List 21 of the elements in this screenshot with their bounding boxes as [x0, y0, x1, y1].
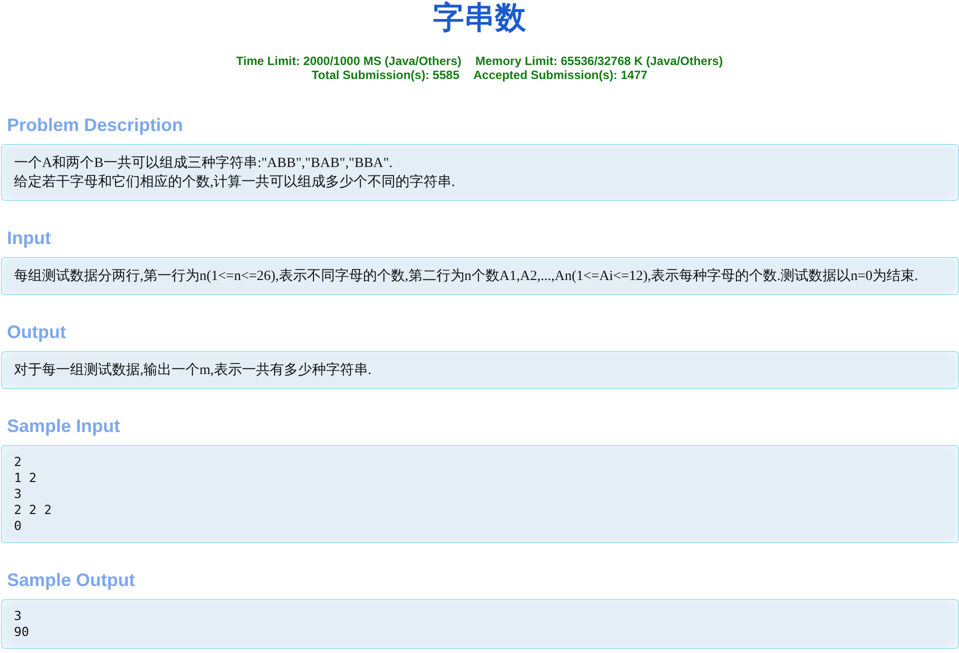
problem-stat: Time Limit: 2000/1000 MS (Java/Others) — [236, 54, 462, 68]
section-heading: Output — [6, 321, 67, 343]
sample-line: 1 2 — [14, 470, 38, 486]
section-heading: Sample Input — [6, 415, 122, 437]
section-heading: Input — [6, 227, 52, 249]
section-text: 一个A和两个B一共可以组成三种字符串:"ABB","BAB","BBA". — [14, 154, 394, 173]
section-heading: Sample Output — [6, 569, 136, 591]
sample-line: 3 — [14, 608, 23, 624]
sample-line: 2 — [14, 454, 23, 470]
sample-line: 0 — [14, 518, 23, 534]
problem-stat: Memory Limit: 65536/32768 K (Java/Others) — [475, 54, 723, 68]
section-text: 每组测试数据分两行,第一行为n(1<=n<=26),表示不同字母的个数,第二行为n个数A1,A2,...,An(1<=Ai<=12),表示每种字母的个数.测试数据以n=0为结束. — [14, 267, 920, 286]
sample-line: 2 2 2 — [14, 502, 53, 518]
section-text: 给定若干字母和它们相应的个数,计算一共可以组成多少个不同的字符串. — [14, 173, 456, 192]
problem-stat: Accepted Submission(s): 1477 — [473, 68, 648, 82]
problem-title: 字串数 — [432, 0, 527, 38]
sample-line: 90 — [14, 624, 30, 640]
section-heading: Problem Description — [6, 114, 184, 136]
sample-line: 3 — [14, 486, 23, 502]
section-text: 对于每一组测试数据,输出一个m,表示一共有多少种字符串. — [14, 361, 372, 380]
problem-stat: Total Submission(s): 5585 — [312, 68, 460, 82]
